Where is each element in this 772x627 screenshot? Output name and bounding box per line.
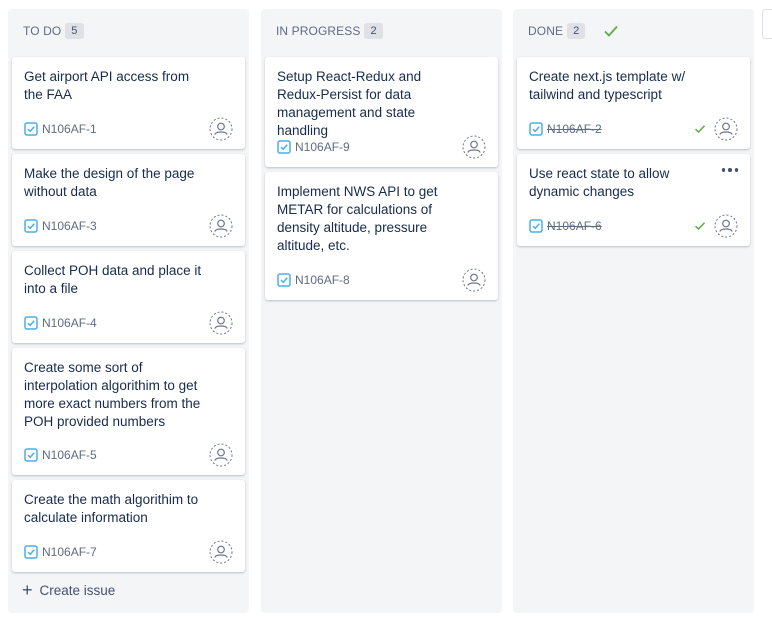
issue-card[interactable]: Use react state to allow dynamic changes… — [517, 154, 750, 246]
issue-count-badge: 2 — [567, 23, 586, 39]
column-title: TO DO — [23, 24, 62, 38]
unassigned-avatar-icon[interactable] — [714, 117, 738, 141]
issue-key[interactable]: N106AF-4 — [42, 316, 97, 330]
unassigned-avatar-icon[interactable] — [462, 135, 486, 159]
column-header: IN PROGRESS 2 — [261, 9, 502, 53]
issue-key[interactable]: N106AF-9 — [295, 140, 350, 154]
issue-card[interactable]: Make the design of the page without data… — [12, 154, 245, 246]
unassigned-avatar-icon[interactable] — [714, 214, 738, 238]
checkbox-task-icon — [529, 122, 543, 136]
unassigned-avatar-icon[interactable] — [462, 268, 486, 292]
issue-card[interactable]: Implement NWS API to get METAR for calcu… — [265, 172, 498, 300]
checkbox-task-icon — [24, 219, 38, 233]
checkmark-icon — [694, 221, 706, 231]
issue-key[interactable]: N106AF-3 — [42, 219, 97, 233]
issue-card[interactable]: Create next.js template w/ tailwind and … — [517, 57, 750, 149]
issue-summary: Create next.js template w/ tailwind and … — [529, 69, 686, 102]
issue-summary: Use react state to allow dynamic changes — [529, 166, 670, 199]
checkbox-task-icon — [277, 273, 291, 287]
issue-summary: Setup React-Redux and Redux-Persist for … — [277, 69, 422, 138]
unassigned-avatar-icon[interactable] — [209, 540, 233, 564]
unassigned-avatar-icon[interactable] — [209, 311, 233, 335]
issue-card[interactable]: Setup React-Redux and Redux-Persist for … — [265, 57, 498, 167]
issue-key[interactable]: N106AF-1 — [42, 122, 97, 136]
unassigned-avatar-icon[interactable] — [209, 443, 233, 467]
checkbox-task-icon — [24, 316, 38, 330]
issue-card[interactable]: Get airport API access from the FAA N106… — [12, 57, 245, 149]
unassigned-avatar-icon[interactable] — [209, 214, 233, 238]
issue-summary: Create the math algorithim to calculate … — [24, 492, 199, 525]
issue-card[interactable]: Create the math algorithim to calculate … — [12, 480, 245, 572]
unassigned-avatar-icon[interactable] — [209, 117, 233, 141]
issue-count-badge: 5 — [65, 23, 84, 39]
issue-key[interactable]: N106AF-8 — [295, 273, 350, 287]
column-done: DONE 2 Create next.js template w/ tailwi… — [513, 9, 754, 613]
issue-summary: Implement NWS API to get METAR for calcu… — [277, 184, 438, 253]
plus-icon: + — [22, 580, 33, 600]
checkbox-task-icon — [24, 448, 38, 462]
issue-key[interactable]: N106AF-7 — [42, 545, 97, 559]
issue-summary: Create some sort of interpolation algori… — [24, 360, 201, 429]
create-issue-button[interactable]: + Create issue — [22, 580, 116, 600]
issue-summary: Make the design of the page without data — [24, 166, 195, 199]
column-title: DONE — [528, 24, 564, 38]
column-title: IN PROGRESS — [276, 24, 361, 38]
column-todo: TO DO 5 Get airport API access from the … — [8, 9, 249, 613]
checkbox-task-icon — [529, 219, 543, 233]
create-issue-label: Create issue — [39, 582, 116, 598]
more-horizontal-icon[interactable] — [721, 168, 738, 172]
issue-key[interactable]: N106AF-6 — [547, 219, 602, 233]
checkbox-task-icon — [277, 140, 291, 154]
issue-summary: Collect POH data and place it into a fil… — [24, 263, 202, 296]
column-header: DONE 2 — [513, 9, 754, 53]
issue-summary: Get airport API access from the FAA — [24, 69, 190, 102]
column-header: TO DO 5 — [8, 9, 249, 53]
create-column-button[interactable] — [762, 9, 772, 39]
issue-key[interactable]: N106AF-2 — [547, 122, 602, 136]
checkbox-task-icon — [24, 545, 38, 559]
issue-card[interactable]: Create some sort of interpolation algori… — [12, 348, 245, 475]
issue-key[interactable]: N106AF-5 — [42, 448, 97, 462]
issue-card[interactable]: Collect POH data and place it into a fil… — [12, 251, 245, 343]
checkmark-icon — [694, 124, 706, 134]
column-in-progress: IN PROGRESS 2 Setup React-Redux and Redu… — [261, 9, 502, 613]
checkbox-task-icon — [24, 122, 38, 136]
checkmark-icon — [603, 24, 619, 38]
issue-count-badge: 2 — [364, 23, 383, 39]
